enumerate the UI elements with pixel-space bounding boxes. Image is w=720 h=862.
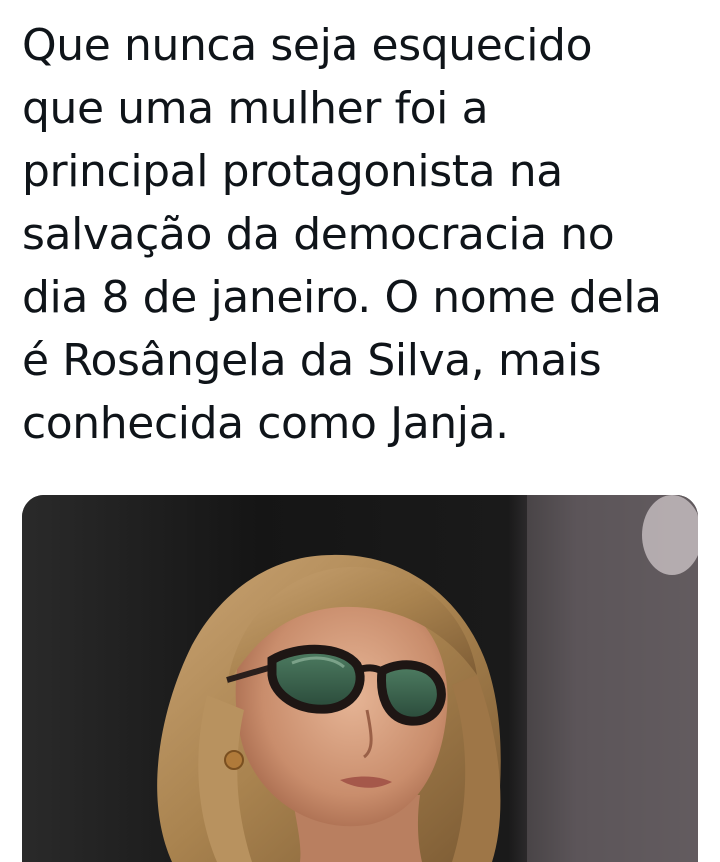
photo-earring xyxy=(224,750,244,770)
tweet-post: Que nunca seja esquecido que uma mulher … xyxy=(0,0,720,862)
photo-woman-with-glasses-icon xyxy=(22,495,698,862)
tweet-text-line: conhecida como Janja. xyxy=(22,398,509,449)
tweet-text-line: dia 8 de janeiro. O nome dela xyxy=(22,272,662,323)
tweet-text-line: principal protagonista na xyxy=(22,146,563,197)
tweet-text-line: salvação da democracia no xyxy=(22,209,615,260)
tweet-text-line: que uma mulher foi a xyxy=(22,83,489,134)
tweet-text-line: Que nunca seja esquecido xyxy=(22,20,593,71)
tweet-text-line: é Rosângela da Silva, mais xyxy=(22,335,602,386)
tweet-media-photo[interactable] xyxy=(22,495,698,862)
tweet-text: Que nunca seja esquecido que uma mulher … xyxy=(22,14,712,455)
